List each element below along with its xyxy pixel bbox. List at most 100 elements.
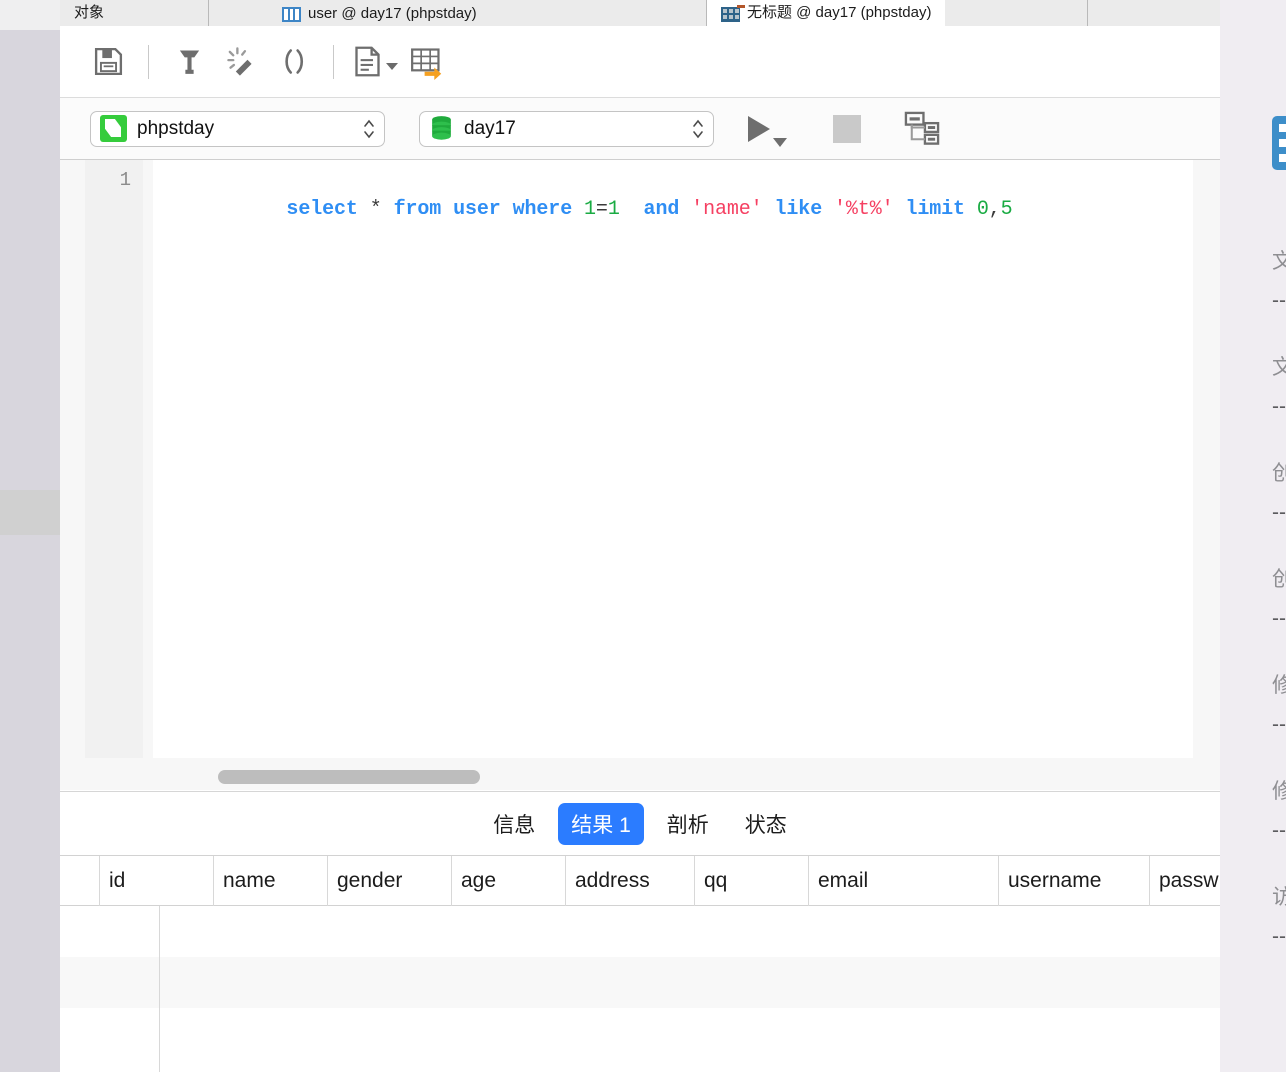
sql-token: and — [643, 198, 680, 221]
info-field: 文 -- — [1272, 351, 1286, 419]
info-field-label: 创 — [1272, 462, 1286, 485]
info-field: 文 -- — [1272, 245, 1286, 313]
database-client-window: 对象 user @ day17 (phpstday) 无标题 @ day17 (… — [0, 0, 1286, 1072]
explain-plan-button[interactable] — [903, 107, 941, 151]
info-panel[interactable]: 文 -- 文 -- 创 -- 创 -- 修 -- 修 -- 访 -- — [1220, 0, 1286, 1072]
column-header[interactable]: gender — [327, 856, 451, 906]
parentheses-button[interactable] — [267, 36, 319, 88]
database-select[interactable]: day17 — [419, 110, 714, 147]
sql-token: select — [286, 198, 358, 221]
chevron-down-icon[interactable] — [773, 137, 787, 147]
stop-icon — [833, 114, 861, 143]
toolbar-divider — [333, 44, 334, 79]
info-field: 修 -- — [1272, 669, 1286, 737]
sql-token: 0 — [976, 198, 989, 221]
connection-value: phpstday — [137, 117, 215, 139]
table-row[interactable] — [60, 1008, 1220, 1059]
info-field: 修 -- — [1272, 775, 1286, 843]
stop-query-button[interactable] — [833, 107, 861, 151]
run-query-button[interactable] — [748, 107, 787, 151]
text-view-icon — [354, 46, 380, 77]
tab-status[interactable]: 状态 — [732, 803, 800, 845]
connection-select[interactable]: phpstday — [90, 110, 385, 147]
column-divider — [159, 906, 160, 1072]
info-field-value: -- — [1272, 925, 1286, 948]
tab-info[interactable]: 信息 — [480, 803, 548, 845]
chevron-down-icon[interactable] — [385, 63, 398, 70]
result-grid-header[interactable]: id name gender age address qq email username pas… — [60, 856, 1220, 906]
sql-statement: select * from user where 1=1 and 'name' … — [286, 198, 1012, 221]
column-header[interactable]: username — [998, 856, 1149, 906]
result-grid-body[interactable] — [60, 906, 1220, 1072]
sql-token: 1 — [607, 198, 620, 221]
tab-result-1[interactable]: 结果 1 — [558, 802, 644, 845]
table-row[interactable] — [60, 906, 1220, 957]
tab-profile[interactable]: 剖析 — [654, 803, 722, 845]
sql-editor[interactable]: 1 select * from user where 1=1 and 'name… — [60, 160, 1220, 790]
sql-token: from — [393, 198, 442, 221]
editor-horizontal-scrollbar[interactable] — [153, 764, 1193, 790]
magic-wand-button[interactable] — [215, 36, 267, 88]
table-row[interactable] — [60, 957, 1220, 1008]
sql-token: * — [369, 198, 382, 221]
info-field-value: -- — [1272, 289, 1286, 312]
line-number: 1 — [119, 169, 131, 191]
stepper-icon[interactable] — [363, 118, 375, 140]
column-header-label: gender — [337, 868, 403, 892]
info-field-label: 修 — [1272, 780, 1286, 803]
sql-token: where — [512, 198, 573, 221]
column-header[interactable]: qq — [694, 856, 808, 906]
beautify-sql-icon — [179, 50, 199, 74]
tab-untitled-query[interactable]: 无标题 @ day17 (phpstday) — [707, 0, 946, 26]
sql-code-area[interactable]: select * from user where 1=1 and 'name' … — [153, 160, 1193, 758]
tab-label: user @ day17 (phpstday) — [308, 5, 477, 22]
column-header[interactable]: name — [213, 856, 327, 906]
beautify-sql-button[interactable] — [163, 36, 215, 88]
column-header-label: username — [1008, 868, 1102, 892]
info-field-label: 文 — [1272, 356, 1286, 379]
column-header[interactable]: address — [565, 856, 694, 906]
line-number-gutter: 1 — [85, 160, 143, 758]
sql-token: 'name' — [691, 198, 763, 221]
row-gutter-header — [60, 856, 99, 906]
info-field-value: -- — [1272, 395, 1286, 418]
info-field-value: -- — [1272, 501, 1286, 524]
export-table-button[interactable] — [400, 36, 452, 88]
column-header-label: address — [575, 868, 650, 892]
column-header-label: age — [461, 868, 497, 892]
editor-tab-bar[interactable]: 对象 user @ day17 (phpstday) 无标题 @ day17 (… — [60, 0, 1220, 26]
column-header[interactable]: email — [808, 856, 998, 906]
query-icon — [721, 5, 745, 22]
connection-bar[interactable]: phpstday day17 — [60, 98, 1220, 160]
tab-user-table[interactable]: user @ day17 (phpstday) — [268, 0, 491, 26]
text-view-button[interactable] — [348, 36, 400, 88]
editor-toolbar[interactable] — [60, 26, 1220, 98]
column-header[interactable]: passw — [1149, 856, 1220, 906]
result-tab-bar[interactable]: 信息 结果 1 剖析 状态 — [60, 791, 1220, 855]
explain-plan-icon — [904, 111, 940, 145]
tab-objects[interactable]: 对象 — [60, 0, 119, 26]
scrollbar-thumb[interactable] — [218, 770, 480, 784]
info-field-label: 修 — [1272, 674, 1286, 697]
left-rail-header — [0, 0, 60, 30]
left-navigation-rail[interactable] — [0, 0, 60, 1072]
sql-token: 5 — [1000, 198, 1013, 221]
left-rail-selected-item[interactable] — [0, 490, 60, 535]
stepper-icon[interactable] — [692, 118, 704, 140]
column-header[interactable]: id — [99, 856, 213, 906]
play-icon — [748, 115, 770, 142]
info-field-label: 访 — [1272, 886, 1286, 909]
column-header[interactable]: age — [451, 856, 565, 906]
info-field-label: 文 — [1272, 250, 1286, 273]
tab-divider — [208, 0, 209, 26]
save-button[interactable] — [82, 36, 134, 88]
result-grid[interactable]: id name gender age address qq email username pas… — [60, 855, 1220, 1072]
file-icon — [1272, 116, 1286, 170]
